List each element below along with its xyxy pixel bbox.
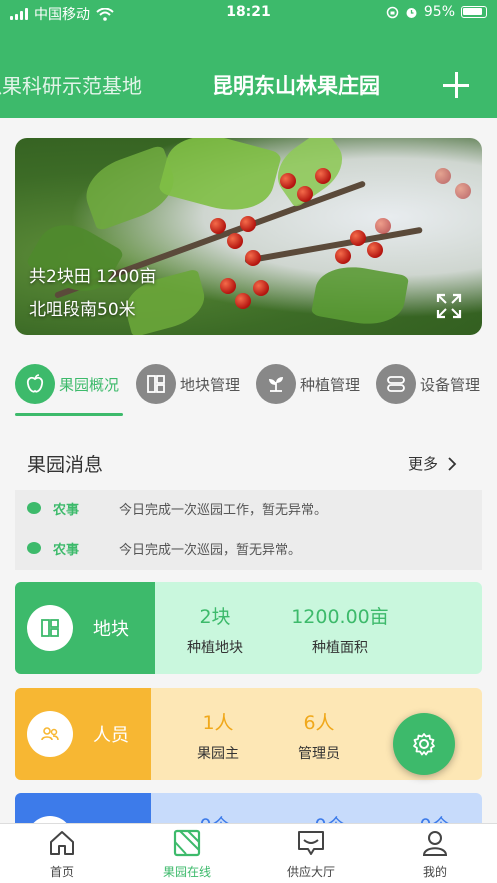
supply-hall-icon xyxy=(298,831,324,855)
tab-label: 果园概况 xyxy=(59,375,120,394)
stat-label: 管理员 xyxy=(298,746,340,762)
tabbar-supply-hall[interactable]: 供应大厅 xyxy=(266,828,356,880)
people-icon xyxy=(27,711,73,757)
orchard-online-icon xyxy=(173,829,201,857)
list-item[interactable]: 农事 今日完成一次巡园，暂无异常。 xyxy=(27,538,301,558)
news-text: 今日完成一次巡园工作，暂无异常。 xyxy=(119,502,328,518)
tabbar-label: 供应大厅 xyxy=(286,865,335,879)
tab-planting-management[interactable]: 种植管理 xyxy=(256,364,360,404)
app-header: 中国移动 18:21 95% 瓜果科研示范基地 昆明东山林果庄园 xyxy=(0,0,497,118)
stat-admin-count: 6人 管理员 xyxy=(273,688,365,780)
banner-address: 北咀段南50米 xyxy=(29,300,136,320)
sprout-icon xyxy=(256,364,296,404)
banner-plots-area: 共2块田 1200亩 xyxy=(29,267,157,287)
battery-percent: 95% xyxy=(423,4,455,20)
card-label: 地块 xyxy=(93,619,129,640)
tabbar-profile[interactable]: 我的 xyxy=(390,828,480,880)
stat-value: 6人 xyxy=(303,712,335,734)
news-more-link[interactable]: 更多 xyxy=(408,453,457,474)
home-icon xyxy=(50,831,74,855)
tab-label: 地块管理 xyxy=(180,375,241,394)
apple-icon xyxy=(15,364,55,404)
device-icon xyxy=(376,364,416,404)
plot-summary-card[interactable]: 地块 2块 种植地块 1200.00亩 种植面积 xyxy=(15,582,482,674)
tabbar-label: 果园在线 xyxy=(162,865,211,879)
list-item[interactable]: 农事 今日完成一次巡园工作，暂无异常。 xyxy=(27,498,327,518)
card-label: 人员 xyxy=(93,725,129,746)
stat-plot-count: 2块 种植地块 xyxy=(165,582,265,674)
news-tag: 农事 xyxy=(53,502,80,518)
stat-value: 1人 xyxy=(202,712,234,734)
expand-icon[interactable] xyxy=(436,293,462,319)
stat-value: 2块 xyxy=(199,606,231,628)
tab-plot-management[interactable]: 地块管理 xyxy=(136,364,240,404)
alarm-icon xyxy=(406,7,417,18)
orchard-banner-image: 共2块田 1200亩 北咀段南50米 xyxy=(15,138,482,335)
tab-label: 设备管理 xyxy=(420,375,481,394)
stat-label: 种植地块 xyxy=(187,640,243,656)
farm-switcher: 瓜果科研示范基地 昆明东山林果庄园 xyxy=(0,70,497,100)
news-tag: 农事 xyxy=(53,542,80,558)
tab-orchard-overview[interactable]: 果园概况 xyxy=(15,364,119,404)
stat-owner-count: 1人 果园主 xyxy=(173,688,263,780)
lock-rotation-icon xyxy=(386,6,399,18)
stat-plot-area: 1200.00亩 种植面积 xyxy=(270,582,410,674)
tab-device-management[interactable]: 设备管理 xyxy=(376,364,480,404)
more-label: 更多 xyxy=(407,455,438,473)
farm-tab-current[interactable]: 昆明东山林果庄园 xyxy=(212,70,380,100)
news-title: 果园消息 xyxy=(27,454,104,476)
chevron-right-icon xyxy=(448,456,457,471)
tab-label: 种植管理 xyxy=(300,375,361,394)
news-list: 农事 今日完成一次巡园工作，暂无异常。 农事 今日完成一次巡园，暂无异常。 xyxy=(15,490,482,570)
stat-label: 果园主 xyxy=(197,746,239,762)
add-farm-button[interactable] xyxy=(443,72,469,98)
settings-fab-button[interactable] xyxy=(393,713,455,775)
bottom-tab-bar: 首页 果园在线 供应大厅 我的 xyxy=(0,823,497,883)
farm-tab-prev[interactable]: 瓜果科研示范基地 xyxy=(0,70,142,99)
active-tab-indicator xyxy=(15,413,123,416)
tabbar-label: 首页 xyxy=(49,865,74,879)
stat-label: 种植面积 xyxy=(312,640,368,656)
message-icon xyxy=(27,502,41,514)
battery-icon xyxy=(461,6,487,18)
stat-value: 1200.00亩 xyxy=(291,606,389,628)
tabbar-label: 我的 xyxy=(422,865,447,879)
grid-icon xyxy=(27,605,73,651)
news-text: 今日完成一次巡园，暂无异常。 xyxy=(119,542,302,558)
tabbar-orchard-online[interactable]: 果园在线 xyxy=(142,828,232,880)
tabbar-home[interactable]: 首页 xyxy=(17,828,107,880)
section-tabs: 果园概况 地块管理 种植管理 设备管理 xyxy=(15,364,497,418)
profile-icon xyxy=(422,831,448,856)
gear-icon xyxy=(413,733,435,756)
message-icon xyxy=(27,542,41,554)
grid-icon xyxy=(136,364,176,404)
status-bar: 中国移动 18:21 95% xyxy=(0,0,497,26)
